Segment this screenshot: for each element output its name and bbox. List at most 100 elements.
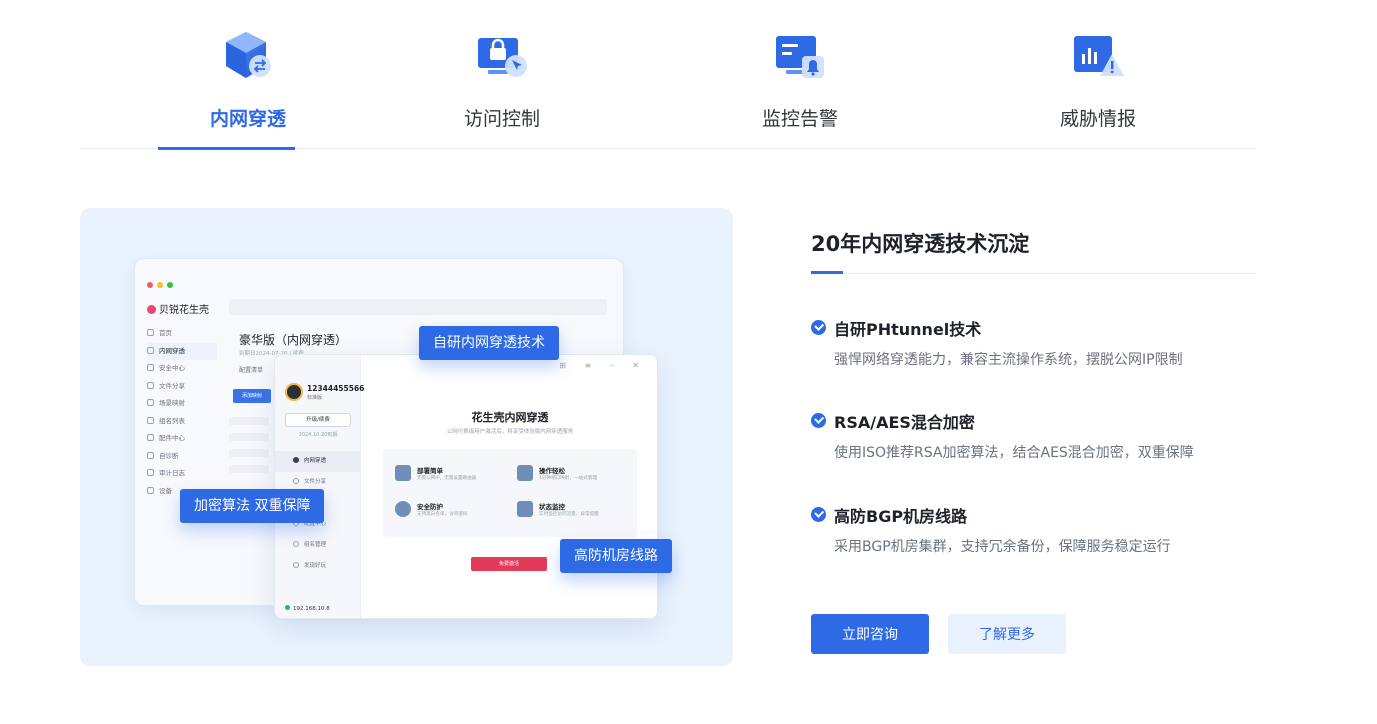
feature-grid: 部署简单 无需公网IP，无需设置路由器 操作轻松 1分钟端口映射，一站式管理 安… [383,449,637,537]
feature-title: 高防BGP机房线路 [834,507,968,526]
menu-item: 组名管理 [275,535,361,556]
tab-label: 访问控制 [463,108,540,130]
grid-icon [147,434,154,441]
tab-access-control[interactable]: 访问控制 [412,0,592,149]
tab-monitoring-alerts[interactable]: 监控告警 [710,0,890,149]
expiry-date: 2024.10.20到期 [298,432,338,438]
check-circle-icon [811,413,826,428]
back-window-menu: 首页 内网穿透 安全中心 文件分享 场景映射 组名列表 配件中心 自诊断 审计日… [147,325,217,500]
feature-card-desc: 支持黑白名单，访问密码 [417,512,468,517]
home-icon [147,329,154,336]
free-activate-button: 免费激活 [471,557,547,571]
security-icon [395,501,411,517]
back-window-sidebar: 贝锐花生壳 首页 内网穿透 安全中心 文件分享 场景映射 组名列表 配件中心 自… [135,293,219,605]
lock-monitor-icon [478,38,527,77]
cube-tunnel-icon [226,32,271,78]
check-circle-icon [811,507,826,522]
feature-item: 自研PHtunnel技术 强悍网络穿透能力，兼容主流操作系统，摆脱公网IP限制 [811,318,1256,368]
shield-icon [147,364,154,371]
maximize-dot-icon [167,282,173,288]
tab-label: 内网穿透 [209,108,286,130]
tab-intranet-penetration[interactable]: 内网穿透 [158,0,338,150]
feature-card: 操作轻松 1分钟端口映射，一站式管理 [511,463,631,487]
cube-icon [293,457,299,463]
feature-item: 高防BGP机房线路 采用BGP机房集群，支持冗余备份，保障服务稳定运行 [811,505,1256,555]
feature-card: 状态监控 实时监控访问流量，异常提醒 [511,499,631,523]
divider [811,273,1256,274]
avatar [285,383,303,401]
placeholder-row [229,417,269,425]
feature-card-title: 状态监控 [539,503,565,511]
top-bar [229,299,607,315]
monitor-bell-icon [776,36,824,78]
discover-icon [293,562,299,568]
menu-item: 审计日志 [147,465,217,483]
check-circle-icon [811,320,826,335]
callout-bgp-line: 高防机房线路 [560,539,672,573]
feature-desc: 使用ISO推荐RSA加密算法，结合AES混合加密，双重保障 [834,445,1194,461]
product-tabs: 内网穿透 访问控制 监控告警 威胁情报 [80,0,1256,150]
window-description: 公网付费级用户激活后，将享受体验版内网穿透服务 [446,429,574,435]
operate-icon [517,465,533,481]
feature-card-desc: 1分钟端口映射，一站式管理 [539,476,598,481]
feature-card-title: 操作轻松 [539,467,565,475]
plan-title: 豪华版（内网穿透） [239,333,348,347]
callout-tunnel-tech: 自研内网穿透技术 [419,326,559,360]
front-window-sidebar: 12344455566 标准版 升级/续费 2024.10.20到期 内网穿透 … [275,355,365,618]
feature-card: 部署简单 无需公网IP，无需设置路由器 [389,463,509,487]
deploy-icon [395,465,411,481]
group-icon [293,541,299,547]
peanut-logo-icon [147,305,156,314]
back-window-main: 豪华版（内网穿透） 到期日2024-07-20 | 续费 配置清单 添加映射 [229,293,609,473]
menu-item: 组名列表 [147,413,217,431]
log-icon [147,469,154,476]
account-number: 12344455566 [307,384,365,393]
config-tab: 配置清单 [239,367,264,374]
online-status-icon [285,605,290,610]
list-icon [147,416,154,424]
menu-item: 内网穿透 [147,342,217,360]
cube-icon [147,346,154,354]
feature-card-title: 部署简单 [417,467,443,475]
placeholder-row [229,465,269,473]
learn-more-button[interactable]: 了解更多 [948,614,1066,654]
brand-logo: 贝锐花生壳 [147,301,209,316]
placeholder-row [229,449,269,457]
menu-item: 文件分享 [147,378,217,396]
add-mapping-button: 添加映射 [233,389,271,403]
scene-icon [147,399,154,406]
window-controls: ⊞ ≡ – ✕ [559,361,647,370]
menu-item: 发现好玩 [275,556,361,577]
brand-name: 贝锐花生壳 [159,305,209,316]
minimize-dot-icon [157,282,163,288]
menu-item: 场景映射 [147,395,217,413]
upgrade-button: 升级/续费 [285,413,351,427]
tab-label: 监控告警 [761,108,838,130]
menu-item: 配件中心 [147,430,217,448]
monitor-icon [517,501,533,517]
section-heading: 20年内网穿透技术沉淀 [811,232,1030,256]
window-traffic-lights [147,273,177,292]
file-icon [147,381,154,389]
feature-desc: 强悍网络穿透能力，兼容主流操作系统，摆脱公网IP限制 [834,352,1183,368]
heading-accent-bar [811,271,843,274]
active-tab-underline [158,147,295,150]
menu-item: 自诊断 [147,448,217,466]
diagnose-icon [147,451,154,459]
feature-title: 自研PHtunnel技术 [834,320,982,339]
callout-encryption: 加密算法 双重保障 [180,489,325,523]
feature-description: 20年内网穿透技术沉淀 自研PHtunnel技术 强悍网络穿透能力，兼容主流操作… [811,208,1256,666]
feature-desc: 采用BGP机房集群，支持冗余备份，保障服务稳定运行 [834,539,1171,555]
close-dot-icon [147,282,153,288]
account-level: 标准版 [307,395,323,401]
feature-card-title: 安全防护 [417,503,443,511]
device-icon [147,486,154,494]
consult-now-button[interactable]: 立即咨询 [811,614,929,654]
tab-threat-intel[interactable]: 威胁情报 [1008,0,1188,149]
menu-item: 首页 [147,325,217,343]
front-app-window: 12344455566 标准版 升级/续费 2024.10.20到期 内网穿透 … [274,354,658,619]
feature-card: 安全防护 支持黑白名单，访问密码 [389,499,509,523]
ip-status: 192.168.10.8 [285,605,330,612]
feature-card-desc: 实时监控访问流量，异常提醒 [539,512,599,517]
feature-card-desc: 无需公网IP，无需设置路由器 [417,476,477,481]
